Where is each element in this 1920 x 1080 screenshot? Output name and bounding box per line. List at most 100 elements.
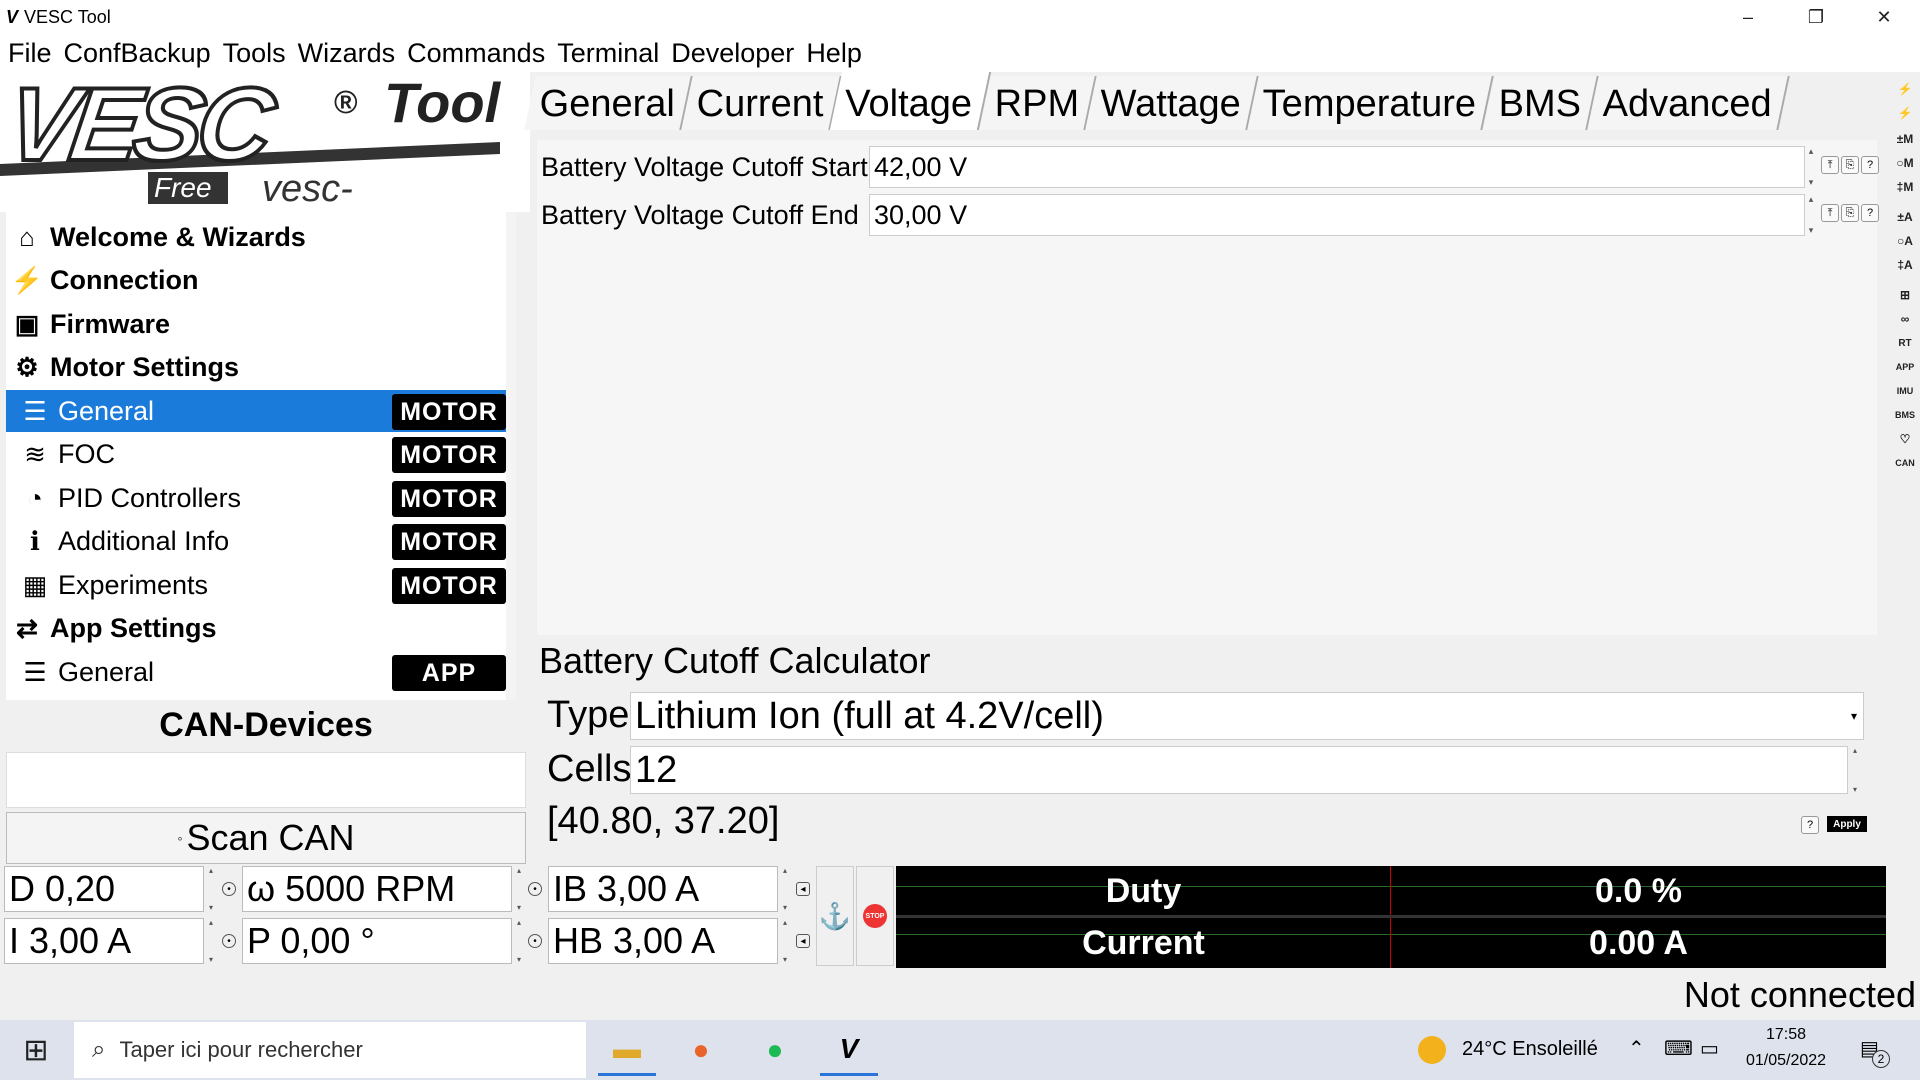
menu-help[interactable]: Help (806, 38, 862, 69)
menu-developer[interactable]: Developer (671, 38, 794, 69)
read-app-config-icon[interactable]: ±A (1892, 206, 1918, 228)
imu-icon[interactable]: IMU (1892, 380, 1918, 402)
heart-icon[interactable]: ♡ (1892, 428, 1918, 450)
apply-button[interactable]: Apply (1827, 816, 1867, 832)
rpm-input[interactable]: ω 5000 RPM (242, 866, 512, 912)
help-icon[interactable]: ? (1861, 156, 1879, 174)
weather-text[interactable]: 24°C Ensoleillé (1462, 1038, 1598, 1061)
spotify-icon[interactable]: ● (746, 1024, 804, 1076)
cells-spinner[interactable]: ▴ ▾ (1850, 746, 1860, 794)
set-position-button[interactable]: • (528, 934, 542, 948)
set-handbrake-button[interactable]: ◂ (796, 934, 810, 948)
menu-file[interactable]: File (8, 38, 52, 69)
current-spinner[interactable]: ▴ ▾ (206, 918, 216, 964)
duty-input[interactable]: D 0,20 (4, 866, 204, 912)
tab-voltage[interactable]: Voltage (829, 72, 991, 130)
cutoff-end-input[interactable]: 30,00 V (869, 194, 1805, 236)
menu-bar: File ConfBackup Tools Wizards Commands T… (0, 34, 1920, 72)
meter-current-row: Current 0.00 A (896, 918, 1886, 966)
windows-start-icon[interactable]: ⊞ (12, 1032, 60, 1068)
current-input[interactable]: I 3,00 A (4, 918, 204, 964)
help-icon[interactable]: ? (1801, 816, 1819, 834)
position-input[interactable]: P 0,00 ° (242, 918, 512, 964)
nav-scrollbar[interactable] (506, 212, 516, 700)
rt-data-icon[interactable]: RT (1892, 332, 1918, 354)
upload-icon[interactable]: ⤒ (1821, 204, 1839, 222)
write-motor-config-icon[interactable]: ‡M (1892, 176, 1918, 198)
nav-motor-settings[interactable]: ⚙ Motor Settings (6, 346, 516, 388)
read-default-app-config-icon[interactable]: ○A (1892, 230, 1918, 252)
keyboard-control-icon[interactable]: ∞ (1892, 308, 1918, 330)
cutoff-start-spinner[interactable]: ▴ ▾ (1805, 146, 1817, 188)
tab-general[interactable]: General (524, 76, 693, 130)
nav-app-settings[interactable]: ⇄ App Settings (6, 607, 516, 649)
stop-button[interactable]: STOP (856, 866, 894, 966)
menu-confbackup[interactable]: ConfBackup (64, 38, 211, 69)
tab-rpm[interactable]: RPM (978, 76, 1097, 130)
network-icon[interactable]: ⌨ (1664, 1036, 1693, 1061)
setting-row-cutoff-end: Battery Voltage Cutoff End 30,00 V ▴ ▾ ⤒ … (537, 192, 1879, 238)
nav-connection[interactable]: ⚡ Connection (6, 259, 516, 301)
help-icon[interactable]: ? (1861, 204, 1879, 222)
firefox-icon[interactable]: ● (672, 1024, 730, 1076)
write-app-config-icon[interactable]: ‡A (1892, 254, 1918, 276)
handbrake-spinner[interactable]: ▴ ▾ (780, 918, 790, 964)
nav-app-general[interactable]: ☰ General APP (6, 651, 516, 693)
read-default-motor-config-icon[interactable]: ○M (1892, 152, 1918, 174)
tab-temperature[interactable]: Temperature (1247, 76, 1495, 130)
minimize-button[interactable]: – (1714, 0, 1782, 34)
nav-additional-info[interactable]: ℹ Additional Info MOTOR (6, 520, 516, 562)
nav-firmware[interactable]: ▣ Firmware (6, 303, 516, 345)
chevron-up-icon[interactable]: ⌃ (1628, 1036, 1645, 1061)
duty-spinner[interactable]: ▴ ▾ (206, 866, 216, 912)
nav-experiments[interactable]: ▦ Experiments MOTOR (6, 564, 516, 606)
set-current-button[interactable]: • (222, 934, 236, 948)
setting-label: Battery Voltage Cutoff End (541, 199, 859, 230)
brake-spinner[interactable]: ▴ ▾ (780, 866, 790, 912)
menu-tools[interactable]: Tools (223, 38, 286, 69)
brake-current-input[interactable]: IB 3,00 A (548, 866, 778, 912)
tab-current[interactable]: Current (681, 76, 842, 130)
bms-icon[interactable]: BMS (1892, 404, 1918, 426)
menu-wizards[interactable]: Wizards (298, 38, 396, 69)
battery-type-select[interactable]: Lithium Ion (full at 4.2V/cell) ▾ (630, 692, 1864, 740)
cutoff-end-spinner[interactable]: ▴ ▾ (1805, 194, 1817, 236)
vesc-tool-taskbar-icon[interactable]: V (820, 1024, 878, 1076)
close-button[interactable]: ✕ (1850, 0, 1918, 34)
cells-input[interactable]: 12 (630, 746, 1848, 794)
can-devices-list[interactable] (6, 752, 526, 808)
restore-button[interactable]: ❐ (1782, 0, 1850, 34)
rpm-spinner[interactable]: ▴ ▾ (514, 866, 524, 912)
display-icon[interactable]: ▭ (1700, 1036, 1719, 1061)
cutoff-start-input[interactable]: 42,00 V (869, 146, 1805, 188)
copy-icon[interactable]: ⎘ (1841, 204, 1859, 222)
position-spinner[interactable]: ▴ ▾ (514, 918, 524, 964)
nav-motor-general[interactable]: ☰ General MOTOR (6, 390, 516, 432)
menu-commands[interactable]: Commands (407, 38, 545, 69)
scan-can-button[interactable]: ◦ Scan CAN (6, 812, 526, 864)
disconnect-icon[interactable]: ⚡ (1892, 102, 1918, 124)
set-rpm-button[interactable]: • (528, 882, 542, 896)
can-forward-icon[interactable]: ⊞ (1892, 284, 1918, 306)
tab-bms[interactable]: BMS (1482, 76, 1599, 130)
handbrake-input[interactable]: HB 3,00 A (548, 918, 778, 964)
nav-pid-controllers[interactable]: ◔ PID Controllers MOTOR (6, 477, 516, 519)
tab-advanced[interactable]: Advanced (1587, 76, 1790, 130)
anchor-icon[interactable]: ⚓ (816, 866, 854, 966)
rt-app-icon[interactable]: APP (1892, 356, 1918, 378)
can-icon[interactable]: CAN (1892, 452, 1918, 474)
nav-foc[interactable]: ≋ FOC MOTOR (6, 433, 516, 475)
read-motor-config-icon[interactable]: ±M (1892, 128, 1918, 150)
upload-icon[interactable]: ⤒ (1821, 156, 1839, 174)
file-explorer-icon[interactable]: ▬ (598, 1024, 656, 1076)
clock-date[interactable]: 01/05/2022 (1736, 1052, 1836, 1070)
set-duty-button[interactable]: • (222, 882, 236, 896)
clock-time[interactable]: 17:58 (1736, 1026, 1836, 1044)
taskbar-search-box[interactable]: ⌕ Taper ici pour rechercher (74, 1022, 586, 1078)
set-brake-button[interactable]: ◂ (796, 882, 810, 896)
connect-icon[interactable]: ⚡ (1892, 78, 1918, 100)
tab-wattage[interactable]: Wattage (1085, 76, 1260, 130)
copy-icon[interactable]: ⎘ (1841, 156, 1859, 174)
nav-welcome-wizards[interactable]: ⌂ Welcome & Wizards (6, 216, 516, 258)
menu-terminal[interactable]: Terminal (557, 38, 659, 69)
